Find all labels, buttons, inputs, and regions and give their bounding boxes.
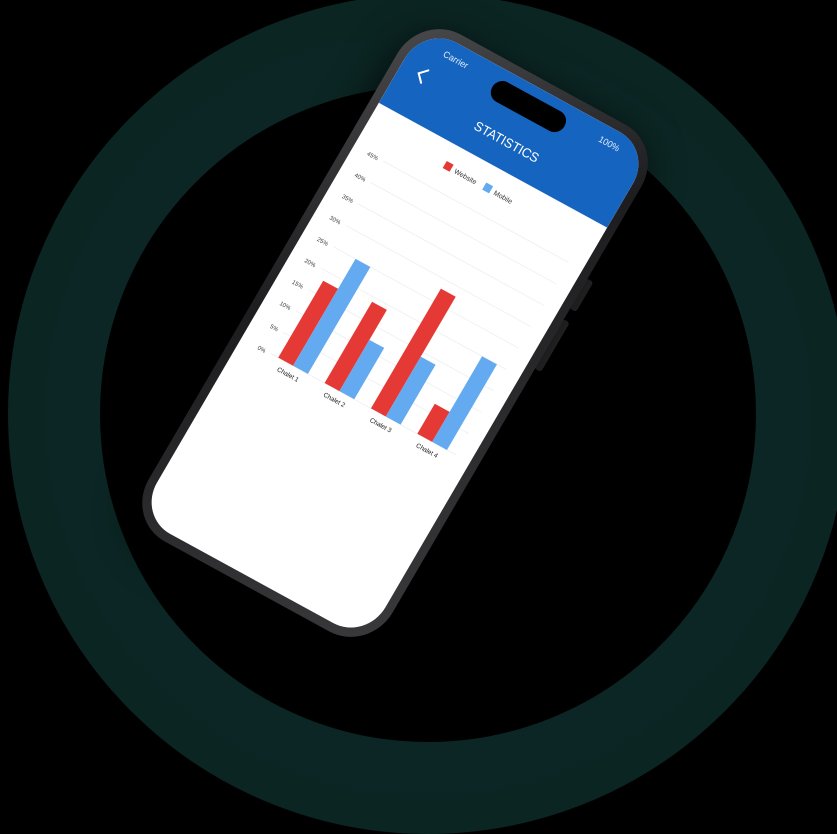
y-tick-label: 30% [328, 216, 342, 227]
x-tick-label: Chalet 2 [322, 392, 347, 410]
x-tick-label: Chalet 1 [275, 366, 300, 384]
legend-label-mobile: Mobile [492, 190, 513, 206]
carrier-label: Carrier [441, 48, 471, 71]
y-tick-label: 15% [291, 280, 305, 291]
y-tick-label: 40% [353, 173, 367, 184]
y-tick-label: 10% [278, 301, 292, 312]
gridline [370, 182, 557, 285]
gridline [358, 203, 544, 306]
y-tick-label: 45% [365, 151, 379, 162]
battery-label: 100% [596, 133, 622, 154]
y-tick-label: 20% [303, 258, 317, 269]
legend-label-website: Website [452, 168, 477, 186]
x-tick-label: Chalet 3 [368, 417, 393, 435]
x-tick-label: Chalet 4 [415, 442, 440, 460]
y-tick-label: 0% [256, 345, 267, 355]
y-tick-label: 35% [340, 194, 354, 205]
legend-swatch-website [442, 160, 454, 172]
y-tick-label: 5% [268, 324, 279, 334]
legend-swatch-mobile [482, 182, 494, 194]
chart-bars [278, 258, 497, 450]
y-tick-label: 25% [316, 237, 330, 248]
